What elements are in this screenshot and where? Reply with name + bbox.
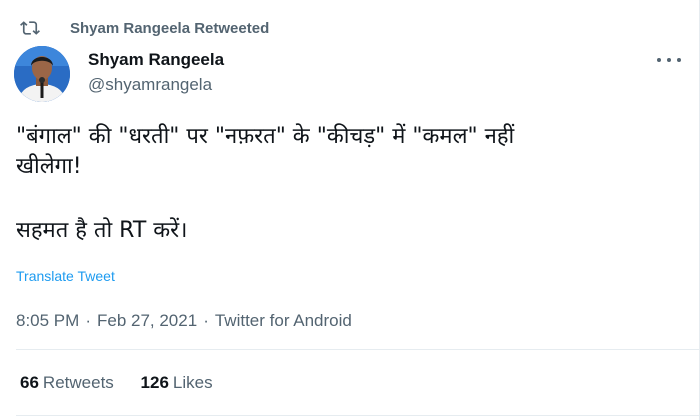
dot <box>667 58 671 62</box>
translate-tweet-link[interactable]: Translate Tweet <box>16 268 115 284</box>
author-handle[interactable]: @shyamrangela <box>88 75 212 95</box>
divider <box>16 349 699 350</box>
tweet-line: सहमत है तो RT करें। <box>16 218 188 243</box>
tweet-source[interactable]: Twitter for Android <box>215 311 352 330</box>
tweet-date[interactable]: Feb 27, 2021 <box>97 311 197 330</box>
likes-label: Likes <box>172 373 213 392</box>
retweet-icon <box>20 18 40 38</box>
retweets-label: Retweets <box>42 373 114 392</box>
tweet-line: "बंगाल" की "धरती" पर "नफ़रत" के "कीचड़" … <box>16 124 515 149</box>
retweets-stat[interactable]: 66 Retweets <box>20 373 114 393</box>
tweet-meta: 8:05 PM · Feb 27, 2021 · Twitter for Android <box>16 311 352 331</box>
tweet-time[interactable]: 8:05 PM <box>16 311 79 330</box>
tweet-card: Shyam Rangeela Retweeted Shyam Rangeela … <box>0 0 700 420</box>
retweet-banner: Shyam Rangeela Retweeted <box>20 16 269 40</box>
author-display-name[interactable]: Shyam Rangeela <box>88 50 224 70</box>
divider <box>16 415 699 416</box>
tweet-text: "बंगाल" की "धरती" पर "नफ़रत" के "कीचड़" … <box>16 122 656 246</box>
retweet-banner-text[interactable]: Shyam Rangeela Retweeted <box>70 20 269 37</box>
retweets-count: 66 <box>20 373 39 392</box>
more-options-icon[interactable] <box>657 50 681 70</box>
tweet-stats: 66 Retweets 126 Likes <box>20 373 235 393</box>
avatar[interactable] <box>14 46 70 102</box>
likes-count: 126 <box>140 373 169 392</box>
dot <box>657 58 661 62</box>
meta-separator: · <box>203 311 209 330</box>
meta-separator: · <box>85 311 91 330</box>
tweet-line: खीलेगा! <box>16 154 82 179</box>
dot <box>677 58 681 62</box>
likes-stat[interactable]: 126 Likes <box>141 373 213 393</box>
